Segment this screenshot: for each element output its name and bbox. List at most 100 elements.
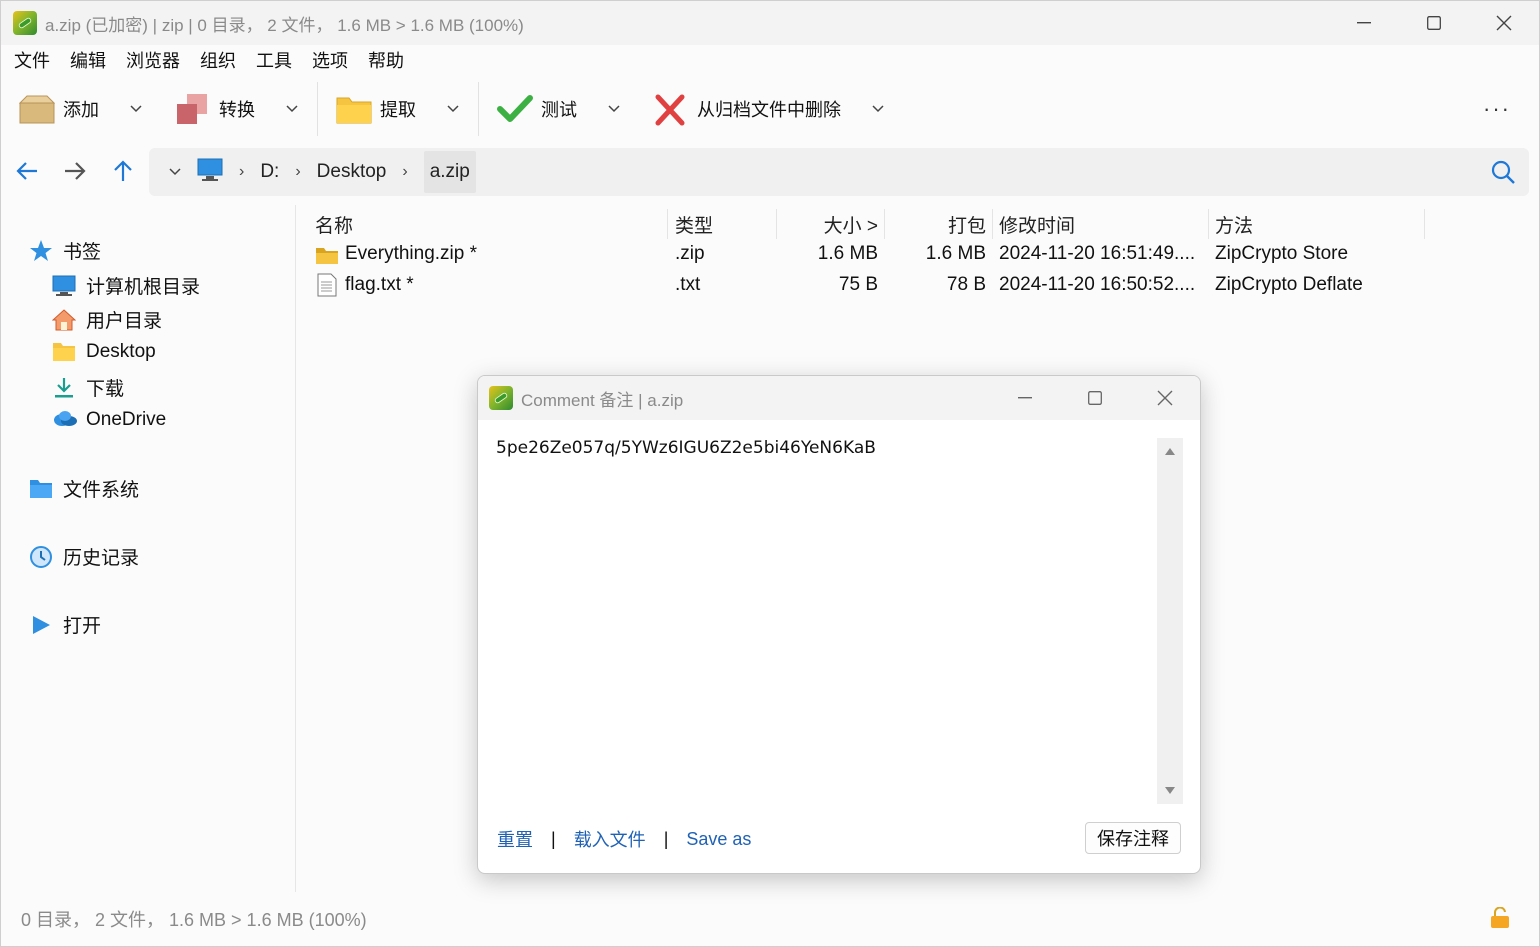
history-clock-icon (29, 545, 53, 569)
test-button[interactable]: 测试 (479, 77, 621, 141)
column-header-method[interactable]: 方法 (1215, 211, 1253, 241)
column-divider[interactable] (667, 209, 668, 239)
convert-button[interactable]: 转换 (143, 77, 299, 141)
column-header-packed[interactable]: 打包 (892, 211, 986, 241)
maximize-button[interactable] (1399, 1, 1469, 45)
link-separator: | (551, 828, 556, 849)
minimize-button[interactable] (1329, 1, 1399, 45)
comment-textarea[interactable]: 5pe26Ze057q/5YWz6IGU6Z2e5bi46YeN6KaB (488, 436, 1154, 804)
status-bar: 0 目录， 2 文件， 1.6 MB > 1.6 MB (100%) (21, 910, 367, 930)
minimize-icon (1018, 397, 1032, 399)
column-divider[interactable] (776, 209, 777, 239)
file-packed: 1.6 MB (925, 243, 986, 264)
close-button[interactable] (1469, 1, 1539, 45)
checkmark-icon (497, 94, 533, 124)
dialog-minimize-button[interactable] (990, 376, 1060, 420)
sidebar-open-label: 打开 (63, 616, 102, 637)
extract-button[interactable]: 提取 (318, 77, 460, 141)
file-modified: 2024-11-20 16:50:52.... (999, 274, 1196, 295)
convert-icon (175, 94, 211, 124)
back-button[interactable] (11, 155, 43, 187)
add-dropdown-chevron-icon[interactable] (129, 102, 143, 116)
extract-label: 提取 (380, 100, 416, 120)
comment-scrollbar[interactable] (1157, 438, 1183, 804)
menu-help[interactable]: 帮助 (368, 47, 404, 73)
up-button[interactable] (107, 155, 139, 187)
address-bar[interactable]: › D: › Desktop › a.zip (149, 148, 1529, 196)
breadcrumb-drive[interactable]: D: (260, 161, 279, 183)
history-dropdown-chevron-icon[interactable] (169, 163, 181, 181)
breadcrumb-archive[interactable]: a.zip (423, 151, 476, 193)
delete-from-archive-button[interactable]: 从归档文件中删除 (621, 77, 885, 141)
breadcrumb-separator-icon: › (295, 163, 301, 180)
link-separator: | (663, 828, 669, 849)
search-icon[interactable] (1491, 160, 1515, 189)
dialog-close-button[interactable] (1130, 376, 1200, 420)
column-header-size[interactable]: 大小 > (784, 211, 878, 241)
sidebar-item-onedrive[interactable]: OneDrive (52, 408, 166, 432)
peazip-app-icon (13, 11, 37, 35)
up-arrow-icon (114, 160, 132, 181)
delete-dropdown-chevron-icon[interactable] (871, 102, 885, 116)
sidebar-history-label: 历史记录 (63, 548, 140, 569)
reset-link[interactable]: 重置 (497, 826, 533, 852)
breadcrumb-desktop[interactable]: Desktop (317, 161, 387, 183)
sidebar-bookmarks[interactable]: 书签 (29, 237, 101, 264)
file-row[interactable]: flag.txt * .txt 75 B 78 B 2024-11-20 16:… (297, 270, 1540, 301)
column-divider[interactable] (1208, 209, 1209, 239)
test-dropdown-chevron-icon[interactable] (607, 102, 621, 116)
extract-dropdown-chevron-icon[interactable] (446, 102, 460, 116)
sidebar-item-desktop[interactable]: Desktop (52, 340, 156, 364)
breadcrumb-separator-icon: › (402, 163, 408, 180)
file-method: ZipCrypto Deflate (1215, 274, 1363, 295)
forward-arrow-icon (65, 162, 86, 180)
dialog-maximize-button[interactable] (1060, 376, 1130, 420)
menu-organize[interactable]: 组织 (200, 47, 236, 73)
more-options-button[interactable]: ··· (1483, 77, 1511, 141)
unlocked-padlock-icon[interactable] (1489, 906, 1511, 929)
load-file-link[interactable]: 载入文件 (574, 826, 646, 852)
convert-label: 转换 (219, 100, 255, 120)
window-controls (1329, 1, 1539, 45)
column-divider[interactable] (1424, 209, 1425, 239)
sidebar-item-downloads[interactable]: 下载 (52, 374, 124, 401)
scroll-up-arrow-icon[interactable] (1165, 448, 1175, 455)
maximize-icon (1427, 16, 1441, 30)
file-method: ZipCrypto Store (1215, 243, 1349, 264)
menu-file[interactable]: 文件 (14, 47, 50, 73)
box-icon (18, 94, 56, 124)
sidebar-item-computer-root[interactable]: 计算机根目录 (52, 272, 200, 299)
column-divider[interactable] (992, 209, 993, 239)
save-comment-button[interactable]: 保存注释 (1085, 822, 1181, 854)
sidebar-item-user-home[interactable]: 用户目录 (51, 306, 162, 333)
sidebar-filesystem-label: 文件系统 (63, 480, 140, 501)
column-header-modified[interactable]: 修改时间 (999, 211, 1075, 241)
menu-options[interactable]: 选项 (312, 47, 348, 73)
file-row[interactable]: Everything.zip * .zip 1.6 MB 1.6 MB 2024… (297, 239, 1540, 270)
window-title: a.zip (已加密) | zip | 0 目录， 2 文件， 1.6 MB >… (45, 15, 524, 35)
sidebar: 书签 计算机根目录 用户目录 Desktop 下载 OneDrive 文件系统 … (1, 205, 296, 892)
sidebar-bookmarks-label: 书签 (63, 242, 102, 263)
file-name: Everything.zip * (345, 243, 478, 264)
file-type: .zip (675, 243, 705, 264)
menu-tools[interactable]: 工具 (256, 47, 292, 73)
column-divider[interactable] (884, 209, 885, 239)
comment-dialog: Comment 备注 | a.zip 5pe26Ze057q/5YWz6IGU6… (477, 375, 1201, 874)
close-icon (1157, 390, 1173, 406)
sidebar-open[interactable]: 打开 (29, 611, 101, 638)
dialog-title-bar: Comment 备注 | a.zip (478, 376, 1200, 420)
column-header-type[interactable]: 类型 (675, 211, 713, 241)
column-header-name[interactable]: 名称 (315, 211, 353, 241)
sidebar-history[interactable]: 历史记录 (29, 543, 139, 570)
menu-edit[interactable]: 编辑 (70, 47, 106, 73)
forward-button[interactable] (59, 155, 91, 187)
scroll-down-arrow-icon[interactable] (1165, 787, 1175, 794)
add-button[interactable]: 添加 (1, 77, 143, 141)
sidebar-filesystem[interactable]: 文件系统 (29, 475, 139, 502)
folder-blue-icon (29, 477, 53, 501)
save-as-link[interactable]: Save as (686, 829, 751, 850)
convert-dropdown-chevron-icon[interactable] (285, 102, 299, 116)
dialog-title: Comment 备注 | a.zip (521, 390, 684, 410)
dialog-window-controls (990, 376, 1200, 420)
menu-browser[interactable]: 浏览器 (126, 47, 180, 73)
